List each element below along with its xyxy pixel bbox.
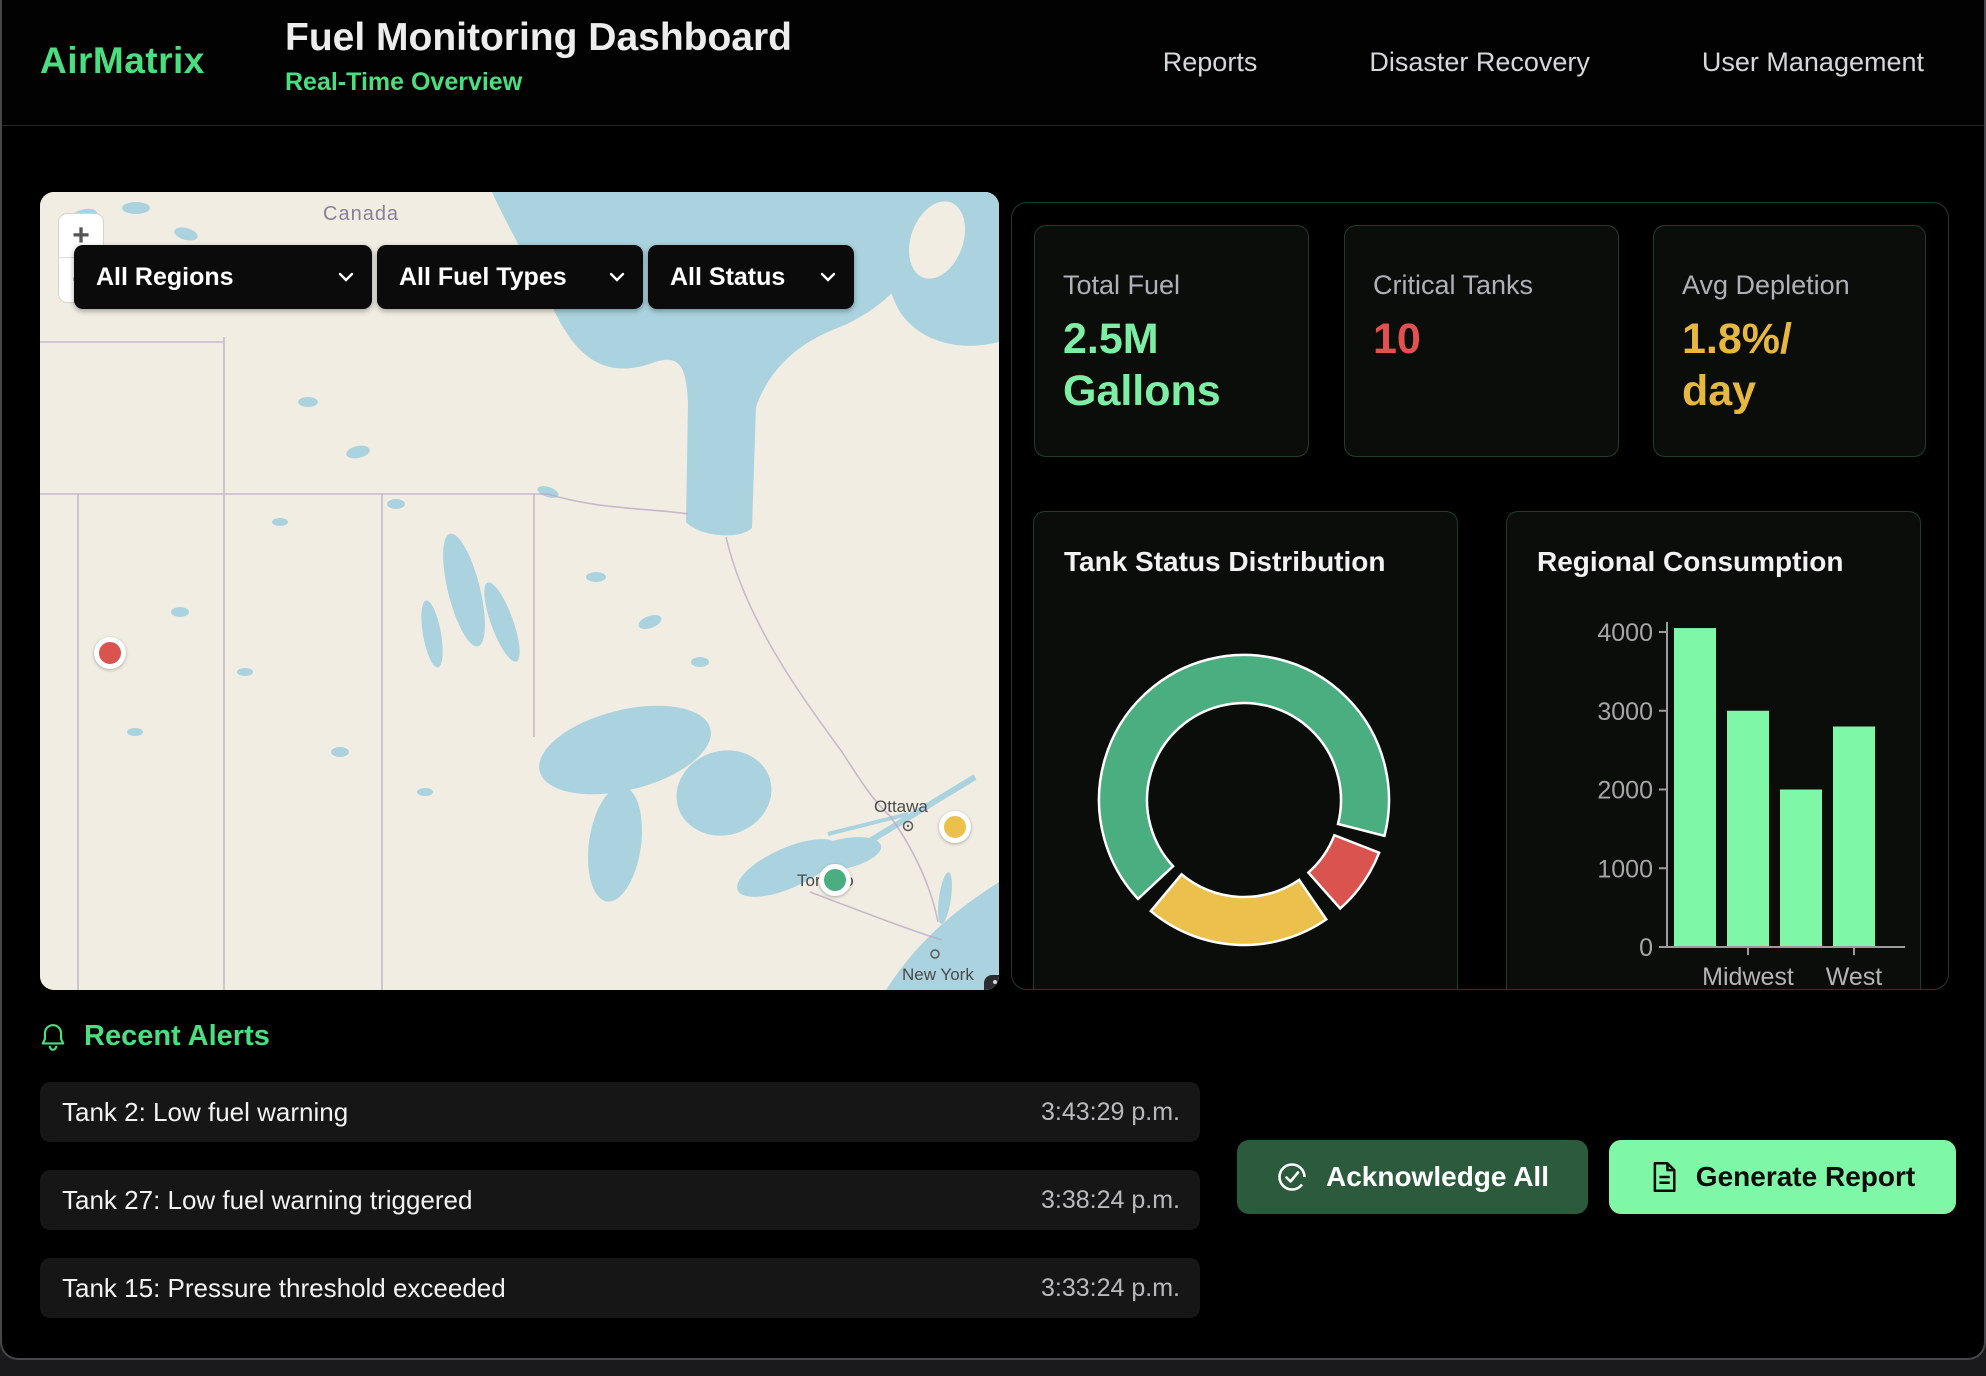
map-label-ottawa: Ottawa: [874, 797, 928, 816]
alert-timestamp: 3:33:24 p.m.: [1041, 1274, 1180, 1303]
generate-report-label: Generate Report: [1696, 1161, 1915, 1193]
chevron-down-icon: [609, 272, 625, 282]
stat-label: Avg Depletion: [1682, 270, 1905, 301]
map-resize-handle[interactable]: [984, 975, 999, 990]
y-axis-tick-label: 1000: [1597, 855, 1653, 883]
stat-card-critical-tanks: Critical Tanks 10: [1344, 225, 1619, 457]
nav-reports[interactable]: Reports: [1163, 47, 1258, 78]
bell-icon: [40, 1023, 66, 1051]
map-marker-warning[interactable]: [939, 811, 971, 843]
regions-dropdown[interactable]: All Regions: [74, 245, 372, 309]
consumption-bar: [1674, 628, 1716, 947]
map-marker-critical[interactable]: [94, 637, 126, 669]
consumption-bar: [1727, 711, 1769, 947]
x-axis-tick-label: West: [1826, 963, 1883, 990]
check-circle-icon: [1276, 1161, 1308, 1193]
basemap: Canada Ottawa Toronto New York: [40, 192, 999, 990]
stat-card-total-fuel: Total Fuel 2.5MGallons: [1034, 225, 1309, 457]
stat-value: 1.8%/day: [1682, 313, 1905, 418]
chevron-down-icon: [820, 272, 836, 282]
x-axis-tick-label: Midwest: [1702, 963, 1794, 990]
y-axis-tick-label: 2000: [1597, 777, 1653, 805]
alert-timestamp: 3:38:24 p.m.: [1041, 1186, 1180, 1215]
y-axis-tick-label: 3000: [1597, 698, 1653, 726]
acknowledge-all-label: Acknowledge All: [1326, 1161, 1549, 1193]
stat-value: 2.5MGallons: [1063, 313, 1288, 418]
metrics-panel: Total Fuel 2.5MGallons Critical Tanks 10…: [1011, 202, 1949, 990]
regional-consumption-bar-chart: 0 1000 2000 3000 4000 Midwest West: [1507, 512, 1922, 990]
alert-message: Tank 27: Low fuel warning triggered: [62, 1185, 472, 1216]
fuel-types-dropdown-value: All Fuel Types: [399, 263, 567, 292]
map-label-canada: Canada: [323, 203, 399, 225]
stat-value: 10: [1373, 313, 1598, 365]
alerts-heading: Recent Alerts: [40, 1020, 270, 1053]
status-dropdown-value: All Status: [670, 263, 785, 292]
chevron-down-icon: [338, 272, 354, 282]
stat-label: Critical Tanks: [1373, 270, 1598, 301]
alert-row: Tank 15: Pressure threshold exceeded 3:3…: [40, 1258, 1200, 1318]
alerts-heading-text: Recent Alerts: [84, 1020, 270, 1053]
alert-row: Tank 27: Low fuel warning triggered 3:38…: [40, 1170, 1200, 1230]
alert-row: Tank 2: Low fuel warning 3:43:29 p.m.: [40, 1082, 1200, 1142]
acknowledge-all-button[interactable]: Acknowledge All: [1237, 1140, 1588, 1214]
tank-status-donut-chart: [1034, 512, 1459, 990]
document-icon: [1650, 1161, 1678, 1193]
map-filter-bar: All Regions All Fuel Types All Status: [74, 245, 854, 309]
y-axis-tick-label: 4000: [1597, 619, 1653, 647]
page-subtitle: Real-Time Overview: [285, 68, 792, 97]
brand-logo: AirMatrix: [40, 40, 205, 82]
map-label-newyork: New York: [902, 965, 974, 984]
fuel-map[interactable]: Canada Ottawa Toronto New York + − All R…: [40, 192, 999, 990]
alert-timestamp: 3:43:29 p.m.: [1041, 1098, 1180, 1127]
stat-card-avg-depletion: Avg Depletion 1.8%/day: [1653, 225, 1926, 457]
main-nav: Reports Disaster Recovery User Managemen…: [1163, 0, 1924, 125]
stat-label: Total Fuel: [1063, 270, 1288, 301]
fuel-types-dropdown[interactable]: All Fuel Types: [377, 245, 643, 309]
dashboard-window: AirMatrix Fuel Monitoring Dashboard Real…: [0, 0, 1986, 1360]
consumption-bar: [1833, 727, 1875, 948]
nav-user-management[interactable]: User Management: [1702, 47, 1924, 78]
donut-segment-yellow-warning: [1151, 874, 1327, 945]
donut-segment-red-critical: [1308, 835, 1379, 908]
header: AirMatrix Fuel Monitoring Dashboard Real…: [2, 0, 1984, 126]
tank-status-chart-card: Tank Status Distribution: [1033, 511, 1458, 990]
alert-message: Tank 15: Pressure threshold exceeded: [62, 1273, 506, 1304]
regional-consumption-chart-card: Regional Consumption 01000200030004000Mi…: [1506, 511, 1921, 990]
title-block: Fuel Monitoring Dashboard Real-Time Over…: [285, 16, 792, 97]
nav-disaster-recovery[interactable]: Disaster Recovery: [1369, 47, 1590, 78]
page-title: Fuel Monitoring Dashboard: [285, 16, 792, 60]
y-axis-tick-label: 0: [1639, 934, 1653, 962]
regions-dropdown-value: All Regions: [96, 263, 234, 292]
map-marker-normal[interactable]: [819, 864, 851, 896]
generate-report-button[interactable]: Generate Report: [1609, 1140, 1956, 1214]
consumption-bar: [1780, 790, 1822, 948]
status-dropdown[interactable]: All Status: [648, 245, 854, 309]
alert-message: Tank 2: Low fuel warning: [62, 1097, 348, 1128]
